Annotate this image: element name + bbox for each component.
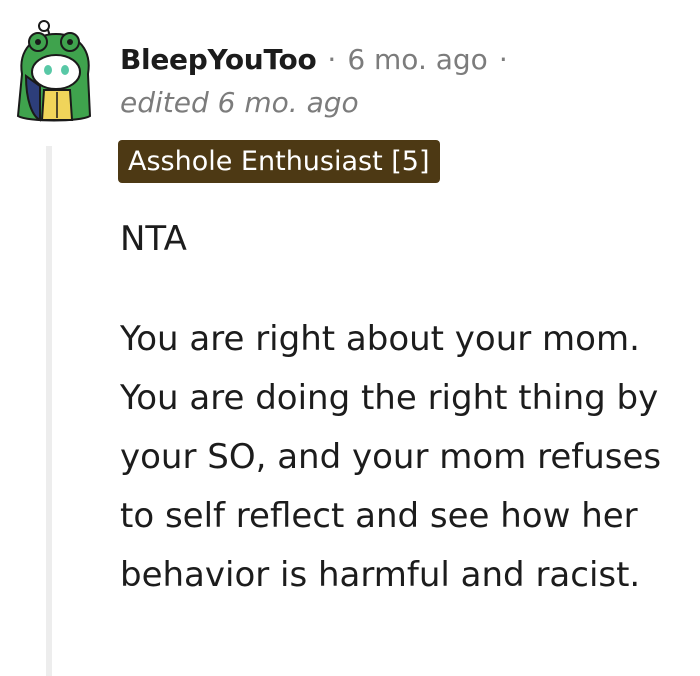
meta-separator: · bbox=[327, 42, 337, 76]
user-avatar[interactable] bbox=[10, 16, 96, 126]
thread-line[interactable] bbox=[46, 146, 52, 676]
meta-separator: · bbox=[498, 42, 508, 76]
comment-meta: BleepYouToo · 6 mo. ago · bbox=[120, 36, 519, 82]
username-link[interactable]: BleepYouToo bbox=[120, 43, 317, 76]
comment-body: NTA You are right about your mom. You ar… bbox=[120, 210, 680, 605]
edited-label: edited 6 mo. ago bbox=[120, 86, 359, 119]
timestamp[interactable]: 6 mo. ago bbox=[347, 43, 488, 76]
user-flair-badge: Asshole Enthusiast [5] bbox=[118, 140, 440, 183]
comment-paragraph: You are right about your mom. You are do… bbox=[120, 319, 662, 595]
comment-paragraph: NTA bbox=[120, 219, 187, 259]
